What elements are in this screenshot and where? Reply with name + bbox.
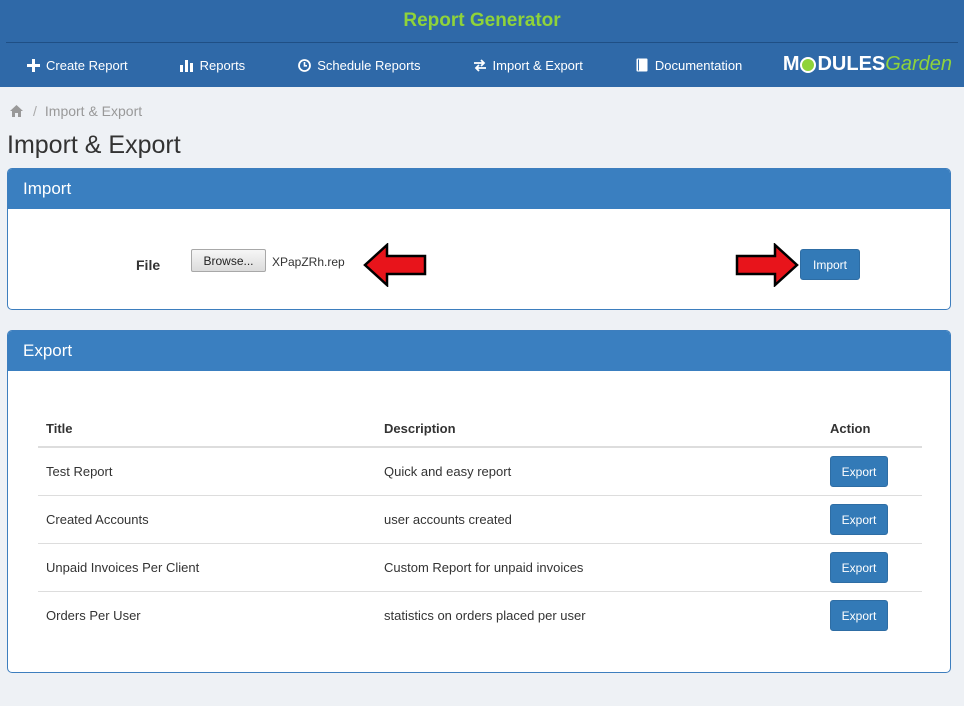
row-description: user accounts created — [376, 495, 822, 544]
app-title: Report Generator — [6, 0, 958, 43]
import-panel-heading: Import — [8, 169, 950, 209]
export-button[interactable]: Export — [830, 456, 888, 487]
column-header-action: Action — [822, 411, 922, 448]
top-header: Report Generator Create Report Reports S… — [0, 0, 964, 87]
modules-garden-logo: M DULES Garden — [782, 53, 952, 75]
row-description: statistics on orders placed per user — [376, 591, 822, 639]
home-icon[interactable] — [10, 105, 23, 117]
nav-import-export[interactable]: Import & Export — [459, 58, 583, 73]
main-nav: Create Report Reports Schedule Reports I… — [0, 43, 964, 87]
clock-icon — [297, 58, 311, 72]
export-button[interactable]: Export — [830, 552, 888, 583]
nav-create-report[interactable]: Create Report — [12, 58, 128, 73]
import-button[interactable]: Import — [800, 249, 860, 280]
nav-schedule-reports-label: Schedule Reports — [317, 57, 421, 73]
row-title: Unpaid Invoices Per Client — [38, 543, 376, 592]
nav-documentation[interactable]: Documentation — [621, 58, 742, 73]
page-title: Import & Export — [7, 131, 181, 159]
bar-chart-icon — [180, 58, 194, 72]
row-action: Export — [822, 591, 922, 639]
file-label: File — [136, 257, 161, 273]
row-action: Export — [822, 447, 922, 496]
right-arrow-icon — [735, 243, 799, 287]
left-arrow-icon — [363, 243, 427, 287]
browse-button[interactable]: Browse... — [191, 249, 266, 272]
breadcrumb-separator: / — [33, 103, 37, 119]
nav-reports-label: Reports — [199, 57, 246, 73]
table-row: Unpaid Invoices Per Client Custom Report… — [38, 543, 922, 592]
exchange-icon — [473, 58, 487, 72]
row-title: Orders Per User — [38, 591, 376, 639]
book-icon — [635, 58, 649, 72]
import-panel: Import File Browse... XPapZRh.rep Import — [7, 168, 951, 310]
breadcrumb: / Import & Export — [10, 103, 142, 119]
nav-create-report-label: Create Report — [46, 57, 128, 73]
table-row: Test Report Quick and easy report Export — [38, 447, 922, 496]
row-action: Export — [822, 495, 922, 544]
export-table: Title Description Action Test Report Qui… — [38, 411, 922, 639]
table-header-row: Title Description Action — [38, 411, 922, 448]
row-title: Test Report — [46, 464, 113, 479]
nav-schedule-reports[interactable]: Schedule Reports — [283, 57, 421, 73]
export-button[interactable]: Export — [830, 504, 888, 535]
plus-icon — [26, 58, 40, 72]
export-panel-heading: Export — [8, 331, 950, 371]
column-header-title: Title — [38, 411, 376, 448]
table-row: Created Accounts user accounts created E… — [38, 495, 922, 544]
row-description: Custom Report for unpaid invoices — [376, 543, 822, 592]
nav-import-export-label: Import & Export — [492, 57, 583, 73]
logo-o-icon — [800, 56, 817, 73]
column-header-description: Description — [376, 411, 822, 448]
breadcrumb-current: Import & Export — [44, 103, 143, 119]
export-panel: Export Title Description Action Test Rep… — [7, 330, 951, 673]
nav-reports[interactable]: Reports — [166, 57, 246, 73]
nav-documentation-label: Documentation — [654, 57, 743, 73]
table-row: Orders Per User statistics on orders pla… — [38, 591, 922, 639]
row-action: Export — [822, 543, 922, 592]
row-title: Created Accounts — [38, 495, 376, 544]
row-description: Quick and easy report — [384, 464, 512, 479]
export-button[interactable]: Export — [830, 600, 888, 631]
selected-file-name: XPapZRh.rep — [272, 255, 345, 269]
